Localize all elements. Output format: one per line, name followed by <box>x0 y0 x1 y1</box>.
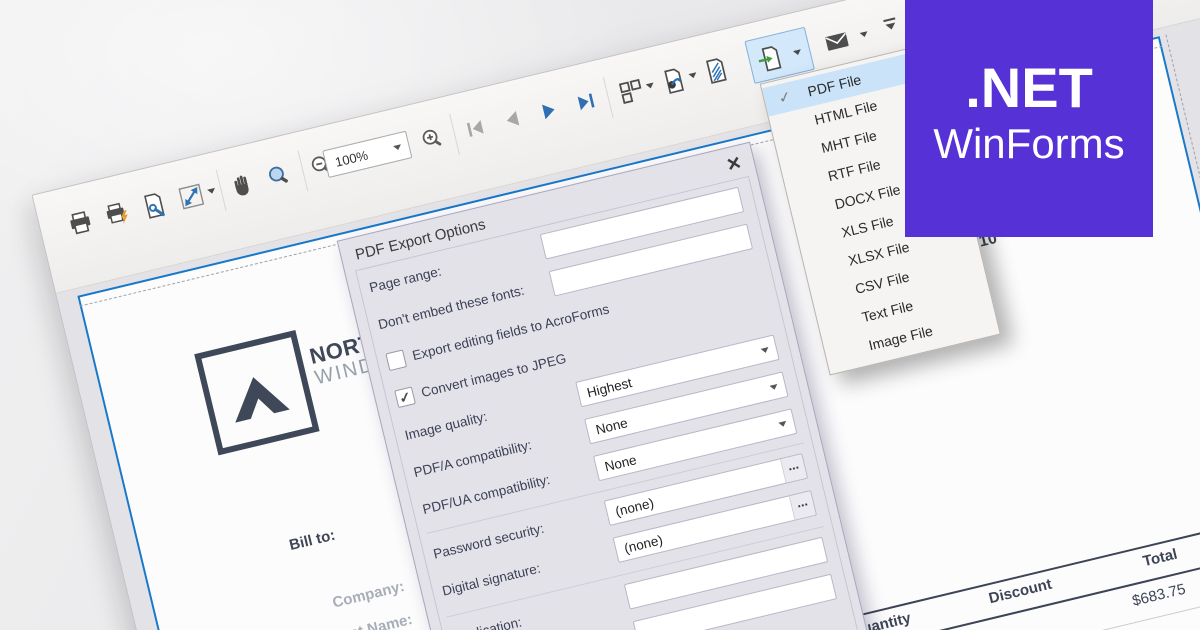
scale-dropdown-arrow[interactable] <box>207 188 216 195</box>
magnifier-tool-button[interactable] <box>262 159 296 193</box>
zoom-in-button[interactable] <box>416 122 450 156</box>
more-options-arrow-icon <box>885 22 896 30</box>
northwind-logo <box>194 330 319 455</box>
scale-button[interactable] <box>174 180 208 214</box>
ellipsis-button[interactable]: ... <box>780 454 807 482</box>
ellipsis-button[interactable]: ... <box>789 491 816 519</box>
zoom-level-value: 100% <box>333 147 369 169</box>
export-document-button[interactable] <box>657 64 691 98</box>
acroforms-checkbox[interactable]: ✓ <box>385 349 407 371</box>
first-page-button[interactable] <box>458 112 492 146</box>
export-to-icon <box>752 42 786 76</box>
export-document-dropdown-arrow[interactable] <box>688 72 697 79</box>
zoom-dropdown-arrow[interactable] <box>393 144 402 151</box>
badge-subtitle: WinForms <box>933 118 1124 170</box>
previous-page-button[interactable] <box>495 103 529 137</box>
badge-title: .NET <box>965 58 1093 118</box>
next-page-button[interactable] <box>532 94 566 128</box>
zoom-level-combobox[interactable]: 100% <box>322 131 412 178</box>
bill-to-label: Bill to: <box>288 527 337 554</box>
close-icon[interactable]: × <box>724 149 743 177</box>
more-options-bar <box>883 17 895 22</box>
multiple-pages-dropdown-arrow[interactable] <box>646 83 655 90</box>
send-email-dropdown-arrow[interactable] <box>860 31 869 38</box>
last-page-button[interactable] <box>569 85 603 119</box>
mountain-chevron-icon <box>201 337 312 448</box>
multiple-pages-button[interactable] <box>614 74 648 108</box>
convert-images-checkbox[interactable]: ✓ <box>394 386 416 408</box>
hand-tool-button[interactable] <box>225 168 259 202</box>
check-icon: ✓ <box>397 388 412 407</box>
send-email-button[interactable] <box>820 25 854 59</box>
export-to-dropdown-arrow[interactable] <box>793 49 802 56</box>
more-options-dropdown[interactable] <box>883 17 897 30</box>
net-winforms-badge: .NET WinForms <box>905 0 1153 237</box>
dropdown-arrow-icon[interactable] <box>761 347 770 354</box>
dropdown-arrow-icon[interactable] <box>769 384 778 391</box>
dropdown-arrow-icon[interactable] <box>778 421 787 428</box>
watermark-button[interactable] <box>700 54 734 88</box>
quick-print-button[interactable] <box>101 197 135 231</box>
print-button[interactable] <box>64 206 98 240</box>
toolbar-separator <box>603 77 614 118</box>
page-setup-button[interactable] <box>137 189 171 223</box>
hero-image: 100% <box>0 0 1200 630</box>
check-icon: ✓ <box>775 82 794 113</box>
